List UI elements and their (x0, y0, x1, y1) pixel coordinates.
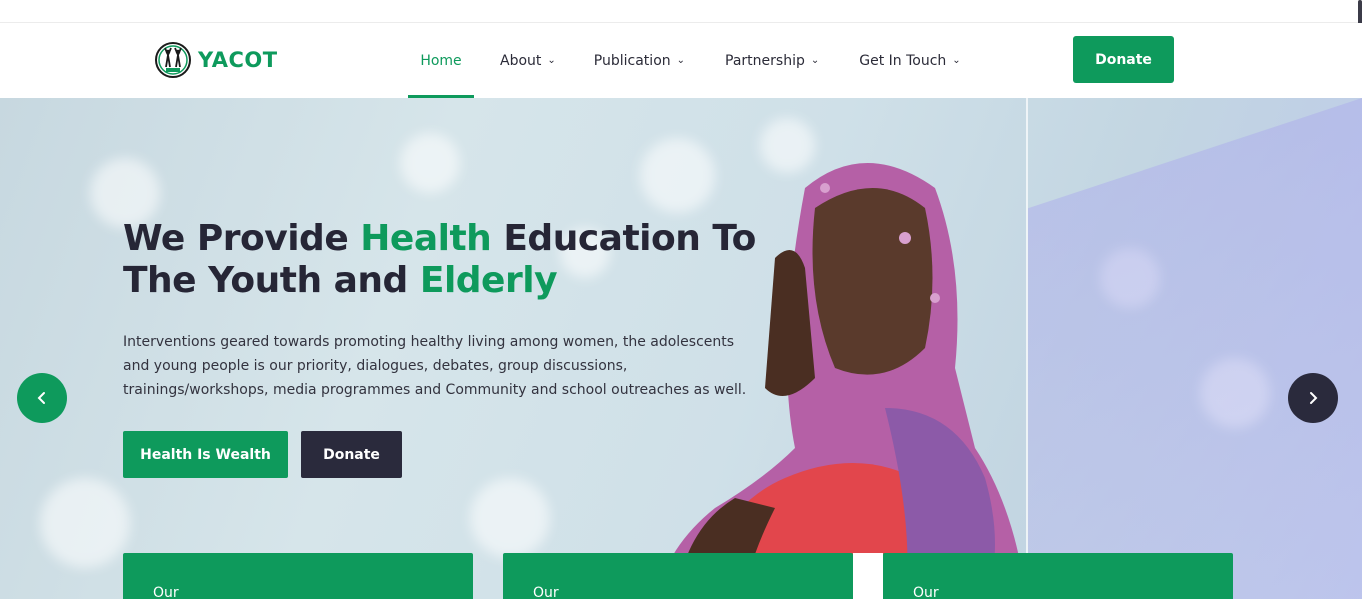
brand-logo[interactable]: YACOT (154, 41, 278, 79)
nav-about-label: About (500, 52, 542, 69)
nav-about[interactable]: About ⌄ (488, 23, 568, 98)
bokeh-light (400, 133, 460, 193)
nav-partnership[interactable]: Partnership ⌄ (713, 23, 831, 98)
feature-card-label: Our (153, 585, 179, 599)
chevron-down-icon: ⌄ (676, 55, 686, 66)
chevron-down-icon: ⌄ (810, 55, 820, 66)
slider-prev-button[interactable] (17, 373, 67, 423)
nav-home-label: Home (420, 52, 462, 69)
feature-card[interactable]: Our (503, 553, 853, 599)
nav-home[interactable]: Home (408, 23, 474, 98)
site-header: YACOT Home About ⌄ Publication ⌄ Partner… (0, 23, 1362, 98)
nav-partnership-label: Partnership (725, 52, 805, 69)
headline-highlight-elderly: Elderly (419, 260, 558, 301)
health-is-wealth-button[interactable]: Health Is Wealth (123, 431, 288, 478)
feature-card[interactable]: Our (123, 553, 473, 599)
nav-get-in-touch-label: Get In Touch (859, 52, 947, 69)
nav-publication-label: Publication (593, 52, 671, 69)
nav-publication[interactable]: Publication ⌄ (582, 23, 697, 98)
hero-slider: We Provide Health Education To The Youth… (0, 98, 1362, 599)
header-donate-button[interactable]: Donate (1073, 36, 1174, 83)
hero-donate-button[interactable]: Donate (301, 431, 402, 478)
bokeh-light (470, 478, 550, 558)
chevron-down-icon: ⌄ (952, 55, 961, 66)
headline-text: We Provide (123, 218, 361, 259)
feature-card-label: Our (533, 585, 559, 599)
nav-get-in-touch[interactable]: Get In Touch ⌄ (847, 23, 972, 98)
hero-overlay-shape (1028, 98, 1362, 599)
chevron-right-icon (1310, 392, 1318, 404)
main-menu: Home About ⌄ Publication ⌄ Partnership ⌄… (408, 23, 973, 98)
feature-card[interactable]: Our (883, 553, 1233, 599)
chevron-down-icon: ⌄ (547, 55, 556, 66)
bokeh-light (40, 478, 130, 568)
chevron-left-icon (37, 392, 45, 404)
yacot-logo-icon (155, 42, 191, 78)
brand-name: YACOT (198, 48, 278, 72)
card-gap (853, 553, 883, 599)
slider-next-button[interactable] (1288, 373, 1338, 423)
top-strip (0, 0, 1362, 23)
headline-highlight-health: Health (360, 218, 492, 259)
feature-card-label: Our (913, 585, 939, 599)
hero-headline: We Provide Health Education To The Youth… (123, 218, 783, 302)
hero-description: Interventions geared towards promoting h… (123, 334, 747, 398)
